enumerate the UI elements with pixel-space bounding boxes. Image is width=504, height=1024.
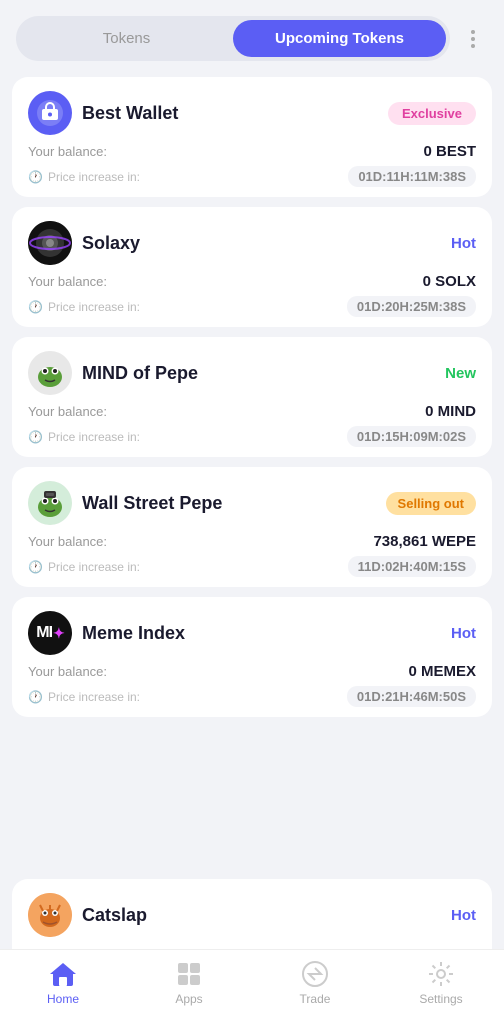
dot-1 xyxy=(471,30,475,34)
token-icon-solaxy xyxy=(28,221,72,265)
countdown-value: 01D:15H:09M:02S xyxy=(347,426,476,447)
token-left: MI ✦ Meme Index xyxy=(28,611,185,655)
token-header: Solaxy Hot xyxy=(28,221,476,265)
nav-item-apps[interactable]: Apps xyxy=(159,960,219,1006)
nav-label-trade: Trade xyxy=(300,992,331,1006)
price-label: 🕐 Price increase in: xyxy=(28,690,140,704)
balance-value: 0 MIND xyxy=(425,403,476,420)
token-balance-row: Your balance: 738,861 WEPE xyxy=(28,531,476,552)
token-header: MIND of Pepe New xyxy=(28,351,476,395)
token-name-wall-street-pepe: Wall Street Pepe xyxy=(82,493,222,514)
token-list: Best Wallet Exclusive Your balance: 0 BE… xyxy=(0,69,504,879)
token-card-mind-of-pepe[interactable]: MIND of Pepe New Your balance: 0 MIND 🕐 … xyxy=(12,337,492,457)
token-price-row: 🕐 Price increase in: 01D:11H:11M:38S xyxy=(28,166,476,187)
token-card-solaxy[interactable]: Solaxy Hot Your balance: 0 SOLX 🕐 Price … xyxy=(12,207,492,327)
nav-label-settings: Settings xyxy=(419,992,462,1006)
token-badge-meme-index: Hot xyxy=(451,625,476,642)
token-header: Wall Street Pepe Selling out xyxy=(28,481,476,525)
token-badge-solaxy: Hot xyxy=(451,235,476,252)
balance-label: Your balance: xyxy=(28,664,107,679)
token-name-mind-of-pepe: MIND of Pepe xyxy=(82,363,198,384)
token-left: Wall Street Pepe xyxy=(28,481,222,525)
nav-label-apps: Apps xyxy=(175,992,202,1006)
apps-icon xyxy=(175,960,203,988)
token-card-best-wallet[interactable]: Best Wallet Exclusive Your balance: 0 BE… xyxy=(12,77,492,197)
token-left: Solaxy xyxy=(28,221,140,265)
token-name-solaxy: Solaxy xyxy=(82,233,140,254)
clock-icon: 🕐 xyxy=(28,690,43,704)
balance-value: 0 BEST xyxy=(423,143,476,160)
nav-label-home: Home xyxy=(47,992,79,1006)
token-balance-row: Your balance: 0 SOLX xyxy=(28,271,476,292)
trade-icon xyxy=(301,960,329,988)
tab-upcoming-tokens[interactable]: Upcoming Tokens xyxy=(233,20,446,57)
more-options-button[interactable] xyxy=(458,24,488,54)
token-icon-catslap xyxy=(28,893,72,937)
balance-value: 738,861 WEPE xyxy=(373,533,476,550)
token-card-wall-street-pepe[interactable]: Wall Street Pepe Selling out Your balanc… xyxy=(12,467,492,587)
balance-label: Your balance: xyxy=(28,534,107,549)
balance-value: 0 MEMEX xyxy=(408,663,476,680)
countdown-value: 01D:11H:11M:38S xyxy=(348,166,476,187)
clock-icon: 🕐 xyxy=(28,170,43,184)
token-icon-meme-index: MI ✦ xyxy=(28,611,72,655)
token-header: Best Wallet Exclusive xyxy=(28,91,476,135)
token-balance-row: Your balance: 0 MIND xyxy=(28,401,476,422)
dot-3 xyxy=(471,44,475,48)
token-left: MIND of Pepe xyxy=(28,351,198,395)
nav-item-settings[interactable]: Settings xyxy=(411,960,471,1006)
countdown-value: 01D:21H:46M:50S xyxy=(347,686,476,707)
tab-tokens[interactable]: Tokens xyxy=(20,20,233,57)
bottom-nav: Home Apps Trade Settings xyxy=(0,949,504,1024)
price-label: 🕐 Price increase in: xyxy=(28,300,140,314)
settings-icon xyxy=(427,960,455,988)
token-card-catslap-partial[interactable]: Catslap Hot xyxy=(12,879,492,949)
token-balance-row: Your balance: 0 MEMEX xyxy=(28,661,476,682)
dot-2 xyxy=(471,37,475,41)
clock-icon: 🕐 xyxy=(28,430,43,444)
token-badge-wall-street-pepe: Selling out xyxy=(386,492,476,515)
balance-label: Your balance: xyxy=(28,274,107,289)
countdown-value: 01D:20H:25M:38S xyxy=(347,296,476,317)
price-label: 🕐 Price increase in: xyxy=(28,560,140,574)
balance-value: 0 SOLX xyxy=(423,273,476,290)
token-name-catslap: Catslap xyxy=(82,905,147,926)
countdown-value: 11D:02H:40M:15S xyxy=(348,556,476,577)
nav-item-trade[interactable]: Trade xyxy=(285,960,345,1006)
token-badge-best-wallet: Exclusive xyxy=(388,102,476,125)
balance-label: Your balance: xyxy=(28,404,107,419)
price-label: 🕐 Price increase in: xyxy=(28,430,140,444)
token-price-row: 🕐 Price increase in: 01D:21H:46M:50S xyxy=(28,686,476,707)
token-left: Best Wallet xyxy=(28,91,178,135)
nav-item-home[interactable]: Home xyxy=(33,960,93,1006)
token-price-row: 🕐 Price increase in: 01D:15H:09M:02S xyxy=(28,426,476,447)
token-card-meme-index[interactable]: MI ✦ Meme Index Hot Your balance: 0 MEME… xyxy=(12,597,492,717)
clock-icon: 🕐 xyxy=(28,300,43,314)
token-left: Catslap xyxy=(28,893,147,937)
token-header: MI ✦ Meme Index Hot xyxy=(28,611,476,655)
clock-icon: 🕐 xyxy=(28,560,43,574)
balance-label: Your balance: xyxy=(28,144,107,159)
token-price-row: 🕐 Price increase in: 01D:20H:25M:38S xyxy=(28,296,476,317)
token-badge-mind-of-pepe: New xyxy=(445,365,476,382)
token-name-meme-index: Meme Index xyxy=(82,623,185,644)
token-price-row: 🕐 Price increase in: 11D:02H:40M:15S xyxy=(28,556,476,577)
token-icon-wall-street-pepe xyxy=(28,481,72,525)
home-icon xyxy=(49,960,77,988)
token-icon-mind-of-pepe xyxy=(28,351,72,395)
tab-segment: Tokens Upcoming Tokens xyxy=(16,16,450,61)
token-balance-row: Your balance: 0 BEST xyxy=(28,141,476,162)
price-label: 🕐 Price increase in: xyxy=(28,170,140,184)
tab-bar: Tokens Upcoming Tokens xyxy=(0,0,504,69)
token-icon-best-wallet xyxy=(28,91,72,135)
token-name-best-wallet: Best Wallet xyxy=(82,103,178,124)
token-badge-catslap: Hot xyxy=(451,907,476,924)
token-header: Catslap Hot xyxy=(28,893,476,937)
